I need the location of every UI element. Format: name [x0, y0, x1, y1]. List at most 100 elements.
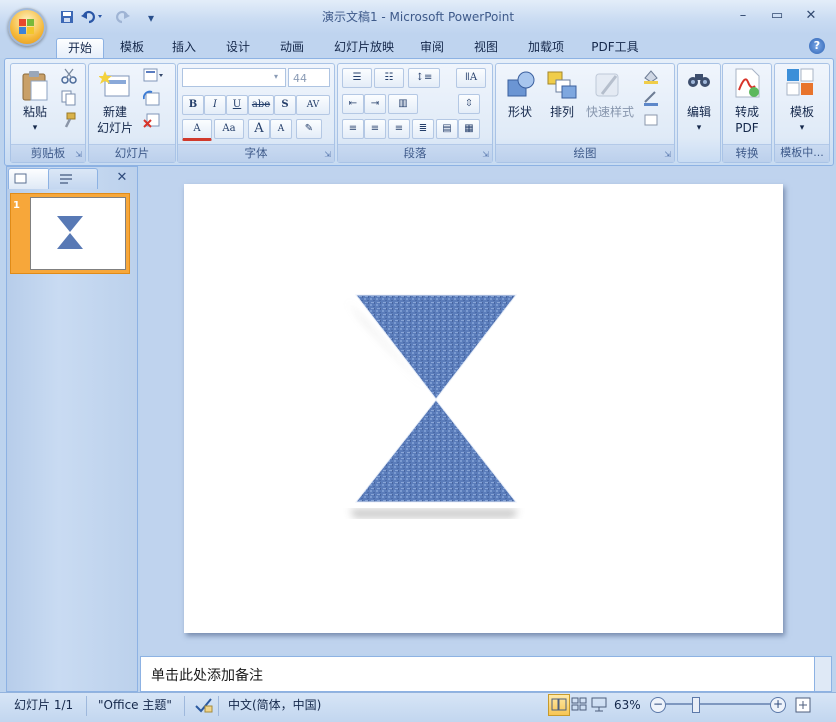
- strikethrough-button[interactable]: abe: [248, 95, 274, 115]
- zoom-out-button[interactable]: −: [650, 697, 666, 713]
- font-size-combo[interactable]: 44: [288, 68, 330, 87]
- align-right-icon[interactable]: ≡: [388, 119, 410, 139]
- convert-pdf-label[interactable]: 转成: [723, 104, 771, 120]
- slideshow-view-icon[interactable]: [590, 695, 608, 716]
- slide-sorter-view-icon[interactable]: [570, 695, 588, 716]
- normal-view-icon[interactable]: [548, 694, 570, 716]
- fit-to-window-icon[interactable]: [794, 696, 812, 717]
- smartart-icon[interactable]: ▦: [458, 119, 480, 139]
- shape-effects-icon[interactable]: [642, 112, 668, 131]
- shapes-icon[interactable]: [506, 70, 536, 103]
- tab-insert[interactable]: 插入: [164, 38, 204, 58]
- convert-pdf-label-2[interactable]: PDF: [723, 120, 771, 136]
- close-button[interactable]: ✕: [798, 6, 824, 26]
- pdf-icon[interactable]: [733, 68, 761, 101]
- clear-format-icon[interactable]: ✎: [296, 119, 322, 139]
- distribute-icon[interactable]: ▤: [436, 119, 458, 139]
- shadow-button[interactable]: S: [274, 95, 296, 115]
- undo-icon[interactable]: [80, 10, 104, 26]
- slide-canvas[interactable]: [184, 184, 783, 633]
- dialog-launcher-icon[interactable]: ⇲: [75, 150, 82, 159]
- templates-button[interactable]: 模板: [775, 104, 829, 120]
- zoom-level[interactable]: 63%: [614, 697, 641, 713]
- dialog-launcher-icon[interactable]: ⇲: [664, 150, 671, 159]
- change-case-button[interactable]: Aa: [214, 119, 244, 139]
- quick-styles-icon[interactable]: [592, 70, 624, 103]
- tab-slides[interactable]: [8, 168, 50, 189]
- increase-indent-icon[interactable]: ⇥: [364, 94, 386, 114]
- tab-pdf-tools[interactable]: PDF工具: [584, 38, 646, 58]
- align-text-icon[interactable]: ⇳: [458, 94, 480, 114]
- dialog-launcher-icon[interactable]: ⇲: [482, 150, 489, 159]
- paste-button[interactable]: 粘贴: [15, 104, 55, 120]
- decrease-indent-icon[interactable]: ⇤: [342, 94, 364, 114]
- tab-outline[interactable]: [48, 168, 98, 189]
- grow-font-button[interactable]: A: [248, 119, 270, 139]
- font-color-button[interactable]: A: [182, 119, 212, 141]
- top-triangle-shape[interactable]: [354, 294, 518, 400]
- dialog-launcher-icon[interactable]: ⇲: [324, 150, 331, 159]
- slide-thumbnail[interactable]: [30, 197, 126, 270]
- zoom-in-button[interactable]: +: [770, 697, 786, 713]
- tab-templates[interactable]: 模板: [112, 38, 152, 58]
- theme-status[interactable]: "Office 主题": [98, 697, 172, 713]
- office-button[interactable]: [8, 8, 46, 46]
- delete-slide-icon[interactable]: [143, 112, 161, 133]
- editing-button[interactable]: 编辑: [678, 104, 720, 120]
- layout-icon[interactable]: [143, 68, 165, 87]
- tab-addins[interactable]: 加载项: [520, 38, 572, 58]
- customize-qat-button[interactable]: ▾: [142, 10, 160, 26]
- tab-review[interactable]: 审阅: [412, 38, 452, 58]
- notes-pane[interactable]: 单击此处添加备注: [140, 656, 816, 692]
- new-slide-label[interactable]: 新建: [89, 104, 141, 120]
- align-left-icon[interactable]: ≡: [342, 119, 364, 139]
- reset-icon[interactable]: [142, 90, 161, 111]
- paste-dropdown-arrow[interactable]: ▾: [15, 120, 55, 136]
- binoculars-icon[interactable]: [687, 70, 711, 93]
- shrink-font-button[interactable]: A: [270, 119, 292, 139]
- arrange-icon[interactable]: [546, 70, 578, 103]
- language-status[interactable]: 中文(简体，中国): [228, 697, 321, 713]
- italic-button[interactable]: I: [204, 95, 226, 115]
- cut-icon[interactable]: [61, 68, 77, 87]
- tab-home[interactable]: 开始: [56, 38, 104, 59]
- align-center-icon[interactable]: ≡: [364, 119, 386, 139]
- arrange-button[interactable]: 排列: [542, 104, 582, 120]
- tab-slideshow[interactable]: 幻灯片放映: [326, 38, 402, 58]
- text-direction-icon[interactable]: ǁA: [456, 68, 486, 88]
- bullets-icon[interactable]: ☰: [342, 68, 372, 88]
- templates-icon[interactable]: [786, 68, 816, 101]
- columns-icon[interactable]: ▥: [388, 94, 418, 114]
- zoom-slider-thumb[interactable]: [692, 697, 700, 713]
- shapes-button[interactable]: 形状: [500, 104, 540, 120]
- notes-scrollbar[interactable]: [814, 656, 832, 692]
- quick-styles-button[interactable]: 快速样式: [582, 104, 638, 120]
- numbering-icon[interactable]: ☷: [374, 68, 404, 88]
- minimize-button[interactable]: –: [730, 6, 756, 26]
- copy-icon[interactable]: [61, 90, 77, 109]
- help-icon[interactable]: ?: [809, 38, 825, 54]
- tab-design[interactable]: 设计: [218, 38, 258, 58]
- redo-icon[interactable]: [112, 10, 132, 26]
- spellcheck-icon[interactable]: [194, 697, 214, 716]
- line-spacing-icon[interactable]: ↕≡: [408, 68, 440, 88]
- chevron-down-icon[interactable]: ▾: [274, 72, 278, 81]
- templates-dropdown-arrow[interactable]: ▾: [775, 120, 829, 136]
- hourglass-shape-group[interactable]: [184, 184, 783, 633]
- new-slide-label-2[interactable]: 幻灯片: [89, 120, 141, 136]
- underline-button[interactable]: U: [226, 95, 248, 115]
- zoom-slider-track[interactable]: [666, 703, 770, 705]
- close-pane-button[interactable]: ✕: [114, 170, 130, 186]
- paste-icon[interactable]: [21, 70, 49, 105]
- shape-outline-icon[interactable]: [642, 90, 668, 109]
- tab-animations[interactable]: 动画: [272, 38, 312, 58]
- new-slide-icon[interactable]: [98, 70, 131, 103]
- shape-fill-icon[interactable]: [642, 68, 668, 87]
- format-painter-icon[interactable]: [61, 112, 77, 131]
- justify-icon[interactable]: ≣: [412, 119, 434, 139]
- bold-button[interactable]: B: [182, 95, 204, 115]
- char-spacing-button[interactable]: AV: [296, 95, 330, 115]
- save-icon[interactable]: [58, 10, 76, 26]
- tab-view[interactable]: 视图: [466, 38, 506, 58]
- maximize-button[interactable]: ▭: [764, 6, 790, 26]
